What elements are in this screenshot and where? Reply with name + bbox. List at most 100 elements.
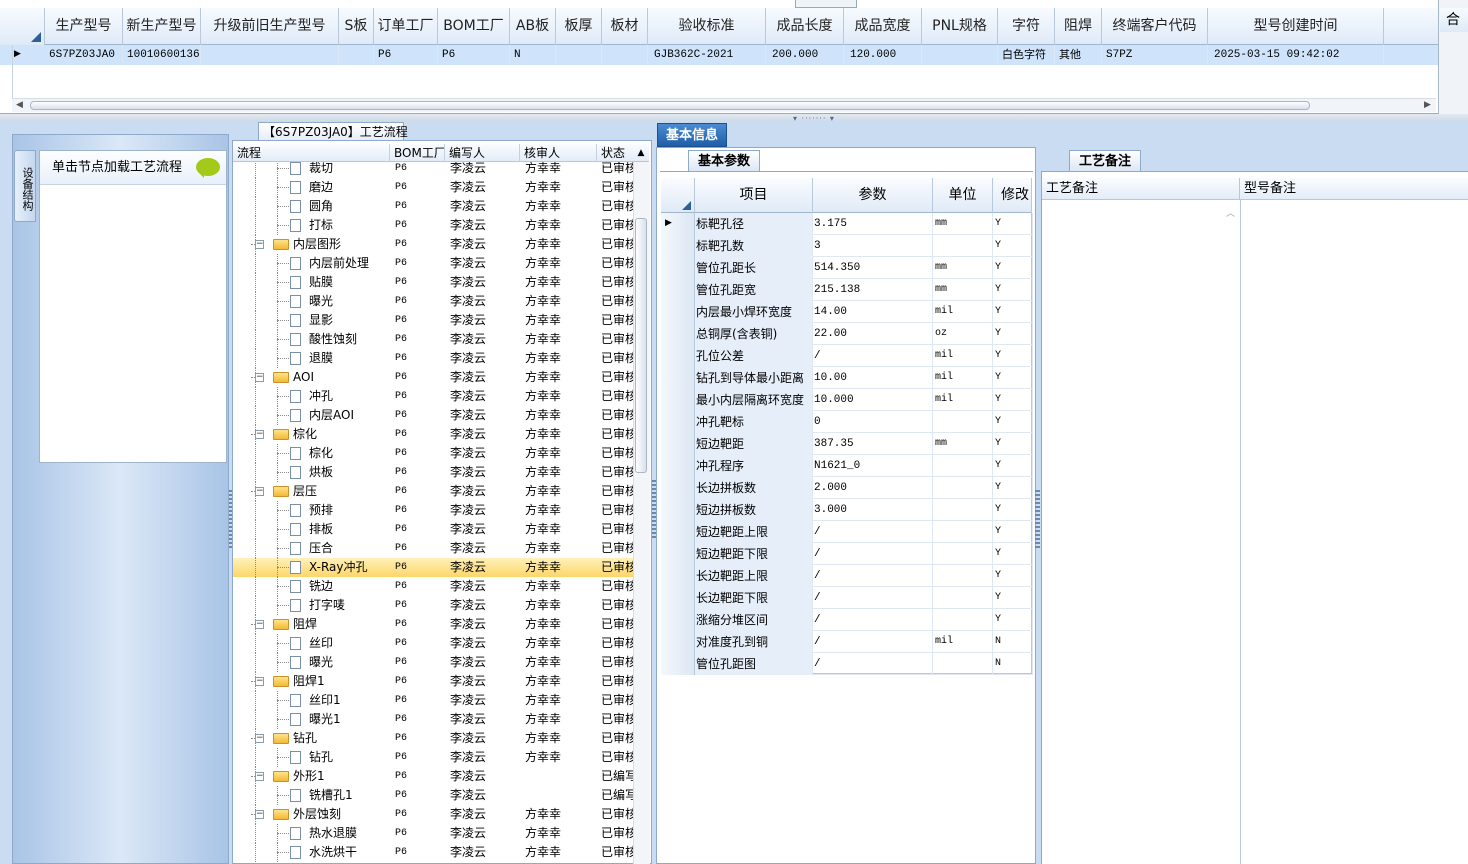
tree-node-label[interactable]: 铣边 (309, 577, 389, 596)
param-value[interactable]: 22.00 (813, 323, 933, 345)
collapse-icon[interactable]: − (255, 620, 264, 629)
tree-row[interactable]: − AOI P6 李凌云 方幸幸 已审核 (233, 368, 633, 387)
param-value[interactable]: / (813, 543, 933, 565)
param-row[interactable]: 对准度孔到铜 / mil N (661, 631, 1033, 653)
cell-old-prod-model[interactable] (201, 45, 339, 65)
tree-node-label[interactable]: 曝光1 (309, 710, 389, 729)
param-value[interactable]: / (813, 653, 933, 675)
tree-row[interactable]: − 内层图形 P6 李凌云 方幸幸 已审核 (233, 235, 633, 254)
tree-row[interactable]: 曝光 P6 李凌云 方幸幸 已审核 (233, 292, 633, 311)
tree-node-label[interactable]: 棕化 (293, 425, 389, 444)
tree-node-label[interactable]: 圆角 (309, 197, 389, 216)
scroll-up-icon[interactable]: ▲ (635, 147, 647, 159)
tree-node-label[interactable]: X-Ray冲孔 (309, 558, 389, 577)
tree-node-label[interactable]: 丝印1 (309, 691, 389, 710)
tree-row[interactable]: − 层压 P6 李凌云 方幸幸 已审核 (233, 482, 633, 501)
col-header-item[interactable]: 项目 (695, 178, 813, 213)
tree-node-label[interactable]: 酸性蚀刻 (309, 330, 389, 349)
tab-basic-info[interactable]: 基本信息 (657, 123, 727, 147)
tree-row[interactable]: 冲孔 P6 李凌云 方幸幸 已审核 (233, 387, 633, 406)
param-row[interactable]: 管位孔距图 / N (661, 653, 1033, 675)
param-value[interactable]: 387.35 (813, 433, 933, 455)
col-header-unit[interactable]: 单位 (933, 178, 993, 213)
collapse-icon[interactable]: − (255, 430, 264, 439)
collapse-icon[interactable]: − (255, 734, 264, 743)
col-header-craft-remark[interactable]: 工艺备注 (1042, 178, 1240, 200)
col-header-created[interactable]: 型号创建时间 (1208, 8, 1384, 45)
param-row[interactable]: 标靶孔数 3 Y (661, 235, 1033, 257)
param-row[interactable]: 管位孔距长 514.350 mm Y (661, 257, 1033, 279)
tree-node-label[interactable]: 冲孔 (309, 387, 389, 406)
tree-row[interactable]: 铣边 P6 李凌云 方幸幸 已审核 (233, 577, 633, 596)
col-header-length[interactable]: 成品长度 (766, 8, 844, 45)
param-row[interactable]: 冲孔程序 N1621_0 Y (661, 455, 1033, 477)
cell-width[interactable]: 120.000 (844, 45, 922, 65)
col-header-writer[interactable]: 编写人 (445, 144, 520, 162)
tree-node-label[interactable]: 曝光 (309, 653, 389, 672)
param-value[interactable]: 215.138 (813, 279, 933, 301)
col-header-standard[interactable]: 验收标准 (648, 8, 766, 45)
col-header-new-prod-model[interactable]: 新生产型号 (123, 8, 201, 45)
tree-row[interactable]: − 钻孔 P6 李凌云 方幸幸 已审核 (233, 729, 633, 748)
param-value[interactable]: 3 (813, 235, 933, 257)
param-value[interactable]: N1621_0 (813, 455, 933, 477)
cell-char[interactable]: 白色字符 (998, 45, 1055, 65)
cell-new-prod-model[interactable]: 10010600136765 (123, 45, 201, 65)
param-row[interactable]: 总铜厚(含表铜) 22.00 oz Y (661, 323, 1033, 345)
tab-craft-remark[interactable]: 工艺备注 (1069, 150, 1141, 172)
param-value[interactable]: / (813, 345, 933, 367)
tree-node-label[interactable]: 阻焊1 (293, 672, 389, 691)
tree-row[interactable]: − 阻焊 P6 李凌云 方幸幸 已审核 (233, 615, 633, 634)
tree-node-label[interactable]: 内层图形 (293, 235, 389, 254)
col-header-bom[interactable]: BOM工厂 (390, 144, 445, 162)
col-header-pnl[interactable]: PNL规格 (922, 8, 998, 45)
tree-node-label[interactable]: 水洗烘干 (309, 843, 389, 862)
cell-s-board[interactable] (339, 45, 374, 65)
col-header-checker[interactable]: 核审人 (520, 144, 597, 162)
param-value[interactable]: 14.00 (813, 301, 933, 323)
tree-node-label[interactable]: 丝印 (309, 634, 389, 653)
param-value[interactable]: 10.00 (813, 367, 933, 389)
tree-row[interactable]: 磨边 P6 李凌云 方幸幸 已审核 (233, 178, 633, 197)
extra-column-header[interactable]: 合 (1440, 8, 1468, 32)
scroll-left-icon[interactable]: ◀ (16, 100, 23, 110)
grid-corner[interactable] (0, 8, 45, 45)
tree-row[interactable]: − 阻焊1 P6 李凌云 方幸幸 已审核 (233, 672, 633, 691)
tree-row[interactable]: 酸性蚀刻 P6 李凌云 方幸幸 已审核 (233, 330, 633, 349)
col-header-solder[interactable]: 阻焊 (1055, 8, 1102, 45)
tree-node-label[interactable]: 排板 (309, 520, 389, 539)
tree-node-label[interactable]: 预排 (309, 501, 389, 520)
tree-row[interactable]: X-Ray冲孔 P6 李凌云 方幸幸 已审核 (233, 558, 633, 577)
tree-row[interactable]: 曝光 P6 李凌云 方幸幸 已审核 (233, 653, 633, 672)
collapse-icon[interactable]: − (255, 677, 264, 686)
param-row[interactable]: 短边靶距 387.35 mm Y (661, 433, 1033, 455)
tree-row[interactable]: 预排 P6 李凌云 方幸幸 已审核 (233, 501, 633, 520)
param-row[interactable]: 孔位公差 / mil Y (661, 345, 1033, 367)
tree-row[interactable]: − 棕化 P6 李凌云 方幸幸 已审核 (233, 425, 633, 444)
col-header-customer[interactable]: 终端客户代码 (1102, 8, 1208, 45)
info-splitter-grip[interactable] (1035, 490, 1040, 550)
tree-node-label[interactable]: 曝光 (309, 292, 389, 311)
tree-node-label[interactable]: 铣槽孔1 (309, 786, 389, 805)
tree-node-label[interactable]: 贴膜 (309, 273, 389, 292)
tree-node-label[interactable]: 热水退膜 (309, 824, 389, 843)
tree-row[interactable]: 打字唛 P6 李凌云 方幸幸 已审核 (233, 596, 633, 615)
param-row[interactable]: 短边拼板数 3.000 Y (661, 499, 1033, 521)
tree-row[interactable]: 铣槽孔1 P6 李凌云 已编写 (233, 786, 633, 805)
collapse-icon[interactable]: − (255, 487, 264, 496)
param-value[interactable]: 3.000 (813, 499, 933, 521)
param-value[interactable]: / (813, 521, 933, 543)
params-corner[interactable] (661, 178, 695, 213)
cell-prod-model[interactable]: 6S7PZ03JA0 (45, 45, 123, 65)
tree-node-label[interactable]: 显影 (309, 311, 389, 330)
col-header-bom-factory[interactable]: BOM工厂 (438, 8, 510, 45)
col-header-modify[interactable]: 修改 (993, 178, 1032, 213)
collapse-icon[interactable]: − (255, 240, 264, 249)
tree-row[interactable]: 显影 P6 李凌云 方幸幸 已审核 (233, 311, 633, 330)
cell-ab-board[interactable]: N (510, 45, 556, 65)
tree-node-label[interactable]: 外层蚀刻 (293, 805, 389, 824)
top-splitter-handle[interactable] (795, 0, 857, 8)
col-header-ab-board[interactable]: AB板 (510, 8, 556, 45)
tab-basic-params[interactable]: 基本参数 (688, 150, 760, 172)
col-header-material[interactable]: 板材 (602, 8, 648, 45)
